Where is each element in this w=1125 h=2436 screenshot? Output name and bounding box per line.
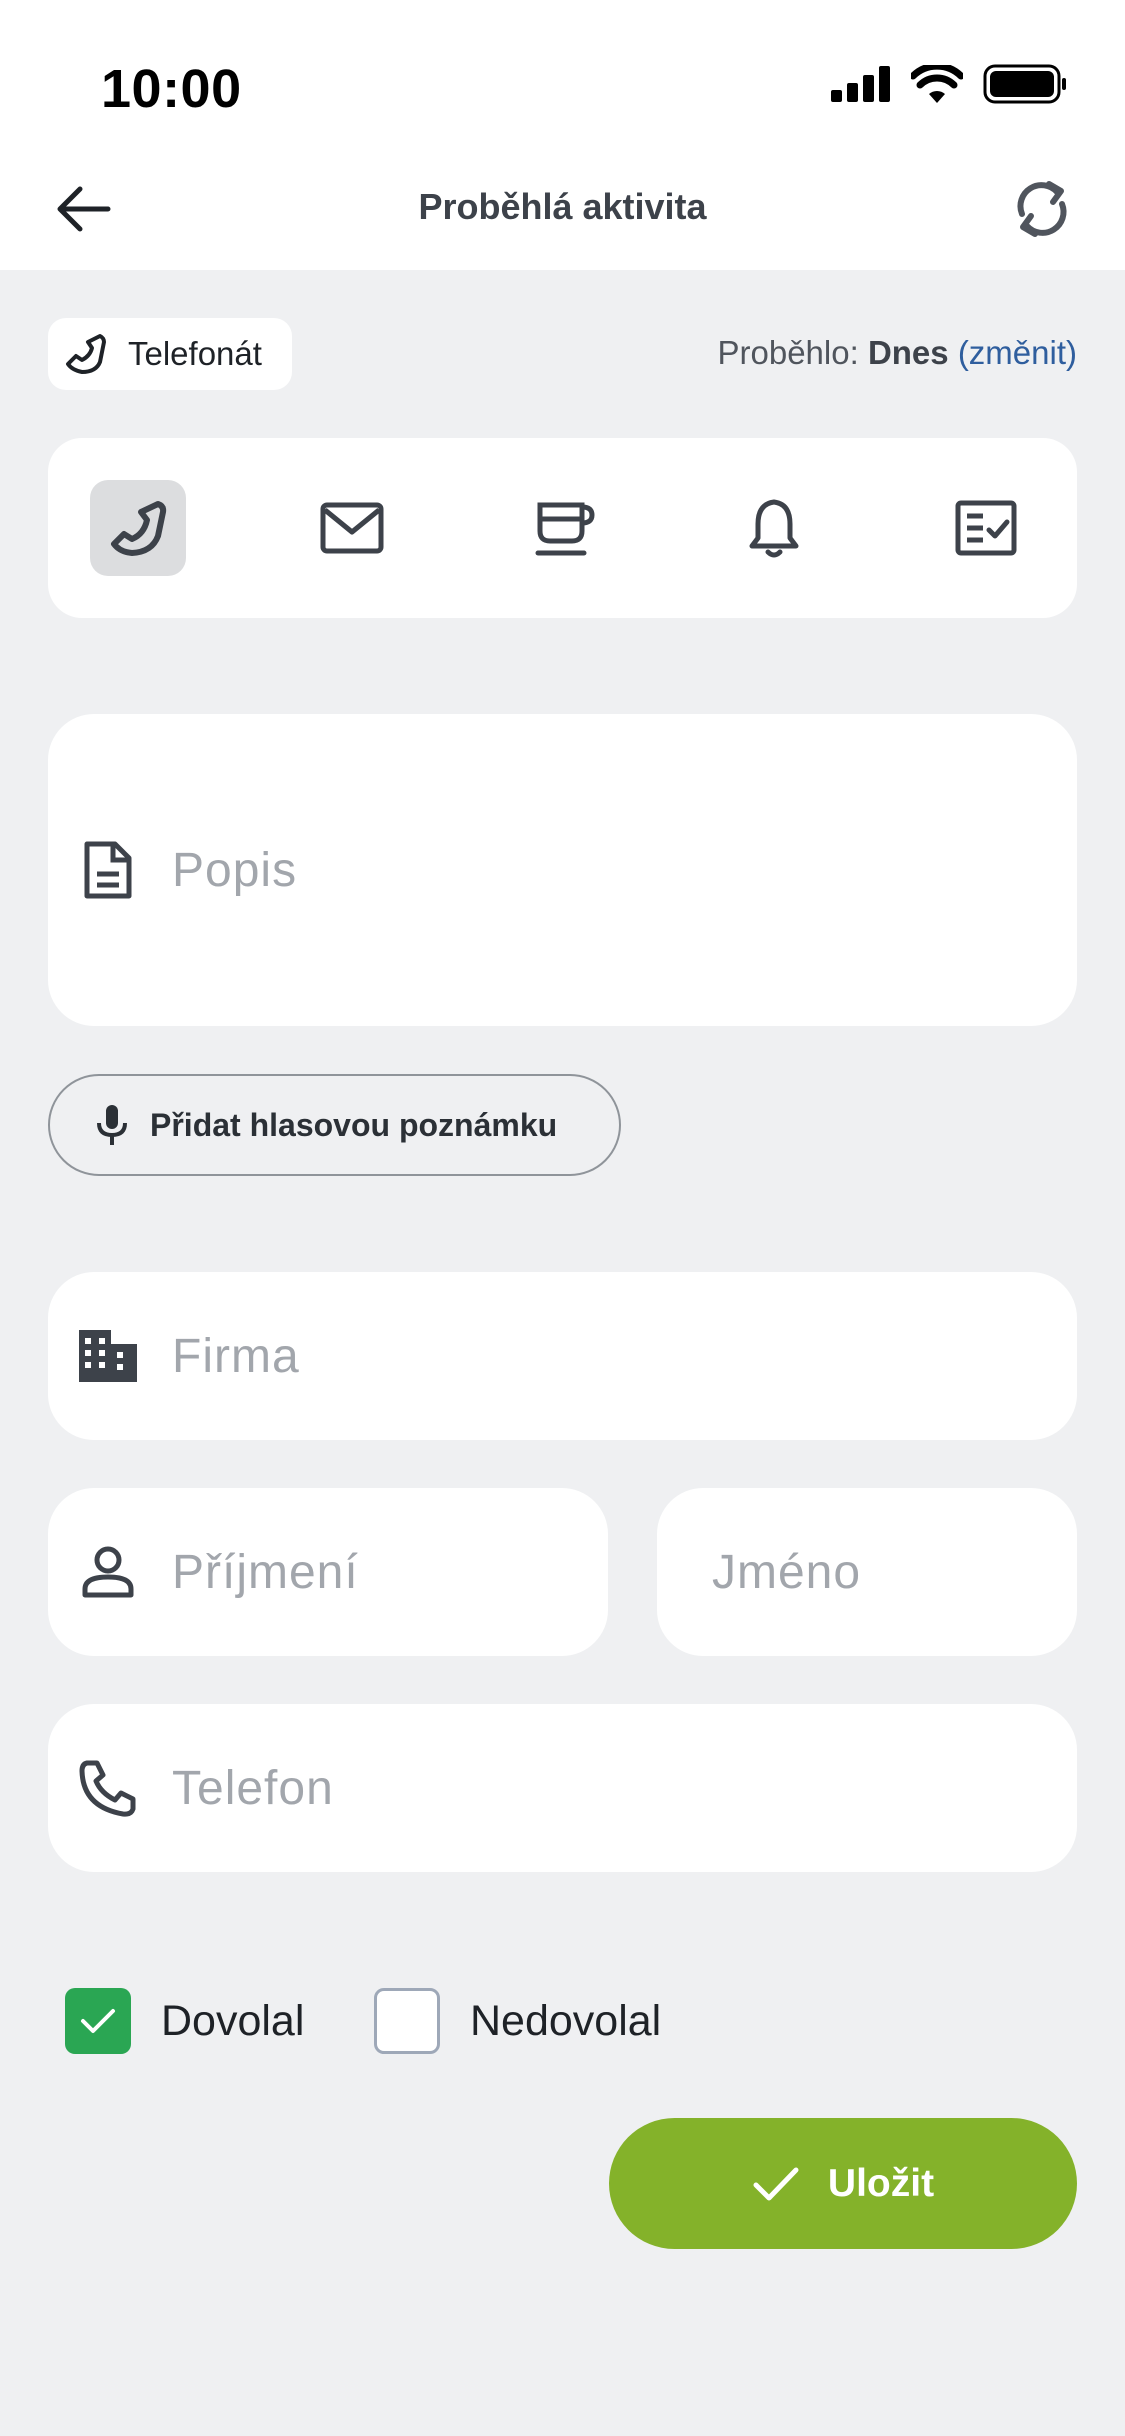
description-placeholder: Popis bbox=[172, 843, 298, 897]
phone-icon bbox=[66, 334, 106, 374]
reached-checkbox[interactable]: Dovolal bbox=[65, 1986, 304, 2056]
save-label: Uložit bbox=[827, 2161, 935, 2205]
status-time: 10:00 bbox=[101, 59, 242, 119]
type-option-email[interactable] bbox=[304, 480, 400, 576]
voice-note-label: Přidat hlasovou poznámku bbox=[150, 1106, 558, 1143]
surname-placeholder: Příjmení bbox=[172, 1545, 359, 1599]
phone-placeholder: Telefon bbox=[172, 1761, 334, 1815]
type-option-reminder[interactable] bbox=[726, 480, 822, 576]
save-button[interactable]: Uložit bbox=[609, 2118, 1077, 2249]
phone-icon bbox=[111, 501, 167, 556]
checkbox-unchecked[interactable] bbox=[374, 1988, 440, 2054]
reached-label: Dovolal bbox=[161, 1996, 305, 2045]
type-option-phone[interactable] bbox=[90, 480, 186, 576]
top-bar: 10:00 Proběhlá aktivita bbox=[0, 0, 1125, 270]
person-icon bbox=[76, 1540, 140, 1604]
activity-type-label: Telefonát bbox=[128, 335, 262, 372]
check-icon bbox=[81, 2009, 115, 2033]
refresh-button[interactable] bbox=[1009, 176, 1075, 242]
document-icon bbox=[76, 838, 140, 902]
change-date-link[interactable]: (změnit) bbox=[958, 334, 1077, 371]
coffee-cup-icon bbox=[535, 502, 595, 556]
happened-value: Dnes bbox=[867, 334, 949, 371]
happened-prefix: Proběhlo: bbox=[717, 334, 859, 371]
not-reached-label: Nedovolal bbox=[470, 1996, 662, 2045]
surname-field[interactable]: Příjmení bbox=[48, 1488, 608, 1656]
name-field[interactable]: Jméno bbox=[657, 1488, 1077, 1656]
add-voice-note-button[interactable]: Přidat hlasovou poznámku bbox=[48, 1074, 621, 1176]
microphone-icon bbox=[97, 1105, 127, 1145]
signal-icon bbox=[831, 66, 890, 102]
checklist-icon bbox=[955, 500, 1017, 556]
bell-icon bbox=[749, 499, 799, 558]
checkbox-checked[interactable] bbox=[65, 1988, 131, 2054]
refresh-icon bbox=[1017, 181, 1067, 237]
happened-info: Proběhlo: Dnes (změnit) bbox=[718, 334, 1078, 372]
description-field[interactable]: Popis bbox=[48, 714, 1077, 1026]
phone-field[interactable]: Telefon bbox=[48, 1704, 1077, 1872]
company-placeholder: Firma bbox=[172, 1329, 300, 1383]
type-option-task[interactable] bbox=[938, 480, 1034, 576]
company-field[interactable]: Firma bbox=[48, 1272, 1077, 1440]
activity-type-chip[interactable]: Telefonát bbox=[48, 318, 292, 390]
type-option-meeting[interactable] bbox=[516, 480, 612, 576]
email-icon bbox=[320, 502, 384, 554]
battery-icon bbox=[983, 64, 1066, 104]
name-placeholder: Jméno bbox=[712, 1545, 862, 1599]
activity-type-selector bbox=[48, 438, 1077, 618]
status-icons bbox=[831, 64, 1067, 104]
not-reached-checkbox[interactable]: Nedovolal bbox=[374, 1986, 661, 2056]
phone-icon bbox=[76, 1756, 140, 1820]
building-icon bbox=[76, 1324, 140, 1388]
wifi-icon bbox=[911, 65, 963, 103]
page-title: Proběhlá aktivita bbox=[418, 186, 707, 227]
check-icon bbox=[753, 2167, 799, 2200]
